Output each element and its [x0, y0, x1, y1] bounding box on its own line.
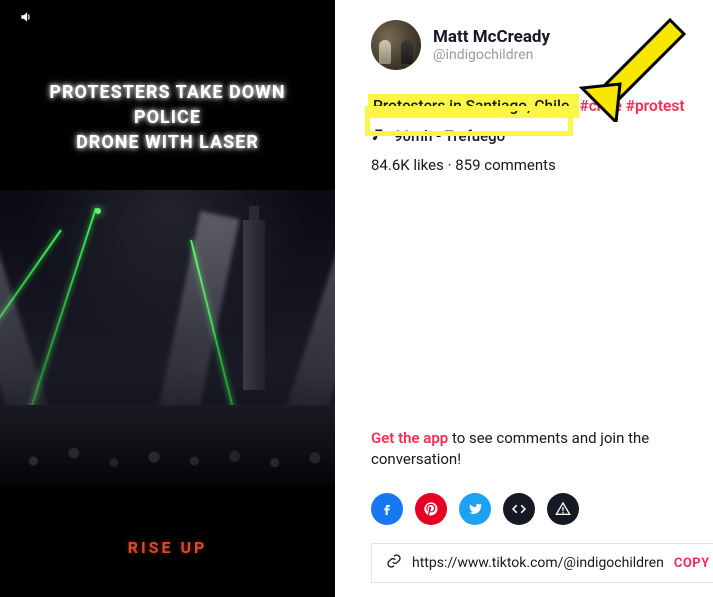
video-player[interactable]: PROTESTERS TAKE DOWN POLICE DRONE WITH L… — [0, 0, 335, 597]
get-app-link[interactable]: Get the app — [371, 429, 448, 447]
overlay-line-1: PROTESTERS TAKE DOWN POLICE — [49, 82, 285, 128]
music-note-icon — [371, 127, 386, 146]
video-overlay-title: PROTESTERS TAKE DOWN POLICE DRONE WITH L… — [0, 80, 335, 156]
copy-link-button[interactable]: COPY — [674, 556, 710, 571]
hashtag[interactable]: #protest — [626, 97, 685, 115]
author-block[interactable]: Matt McCready @indigochildren — [371, 20, 713, 70]
share-report-button[interactable] — [547, 493, 579, 525]
overlay-line-2: DRONE WITH LASER — [76, 132, 259, 153]
share-embed-button[interactable] — [503, 493, 535, 525]
sound-icon[interactable] — [18, 10, 34, 28]
permalink-row: https://www.tiktok.com/@indigochildren C… — [371, 543, 713, 583]
share-pinterest-button[interactable] — [415, 493, 447, 525]
video-frame-scene — [0, 190, 335, 485]
link-icon — [386, 553, 402, 573]
comments-count: 859 comments — [455, 156, 556, 174]
caption-row: Protesters in Santiago, Chile. #chile #p… — [371, 96, 713, 117]
music-row[interactable]: 90mh - Trefuego — [371, 127, 713, 146]
stats-row: 84.6K likes · 859 comments — [371, 156, 713, 174]
author-display-name[interactable]: Matt McCready — [433, 27, 550, 47]
post-info-panel: Matt McCready @indigochildren Protesters… — [335, 0, 713, 597]
get-app-cta: Get the app to see comments and join the… — [371, 428, 713, 472]
share-twitter-button[interactable] — [459, 493, 491, 525]
likes-count: 84.6K likes — [371, 156, 444, 174]
avatar[interactable] — [371, 20, 421, 70]
building-silhouette — [243, 220, 265, 390]
crowd-silhouette — [0, 405, 335, 485]
caption-text: Protesters in Santiago, Chile. — [371, 97, 576, 115]
music-label: 90mh - Trefuego — [394, 127, 505, 145]
share-facebook-button[interactable] — [371, 493, 403, 525]
video-bottom-watermark: RISE UP — [0, 538, 335, 557]
share-row — [371, 493, 713, 525]
author-handle[interactable]: @indigochildren — [433, 47, 550, 63]
hashtag[interactable]: #chile — [579, 97, 621, 115]
permalink-text[interactable]: https://www.tiktok.com/@indigochildren — [412, 555, 664, 571]
